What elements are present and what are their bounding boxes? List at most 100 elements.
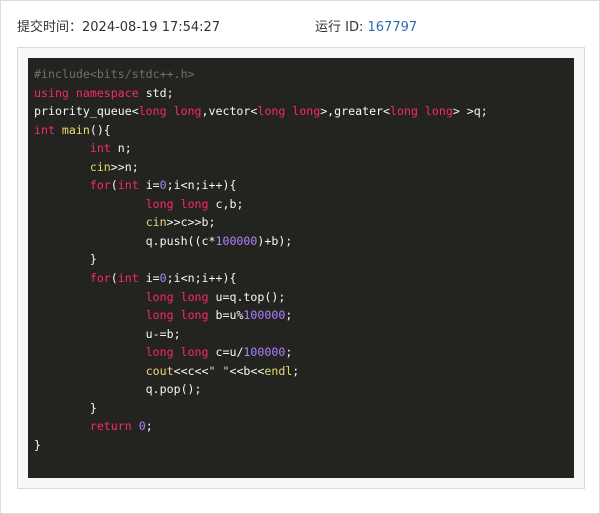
code-token: 100000 [243,308,286,323]
code-token: >,greater< [320,104,391,119]
code-token: ; [285,345,293,360]
code-line: u-=b; [34,325,568,344]
submission-header: 提交时间：2024-08-19 17:54:27 运行 ID: 167797 [17,18,583,38]
code-token: int [117,271,146,286]
code-line: #include<bits/stdc++.h> [34,65,568,84]
code-line: q.push((c*100000)+b); [34,232,568,251]
code-token: 0 [159,271,167,286]
code-token: long long [145,308,216,323]
code-token: ; [292,363,300,378]
code-line: long long u=q.top(); [34,288,568,307]
code-token: <<b<< [229,363,265,378]
code-token: } [34,400,97,415]
code-line: priority_queue<long long,vector<long lon… [34,102,568,121]
code-panel: #include<bits/stdc++.h> using namespace s… [17,47,585,489]
code-token: long long [390,104,453,119]
code-token: c,b; [215,196,244,211]
code-token: for [89,271,111,286]
code-token: i= [145,271,160,286]
code-token: q.pop(); [34,382,202,397]
code-token: " " [208,363,230,378]
code-token: } [34,252,97,267]
code-line: cin>>c>>b; [34,213,568,232]
code-line: } [34,399,568,418]
code-line: long long c=u/100000; [34,343,568,362]
code-token: int [89,141,118,156]
run-id-label: 运行 ID: [315,20,368,35]
run-id-link[interactable]: 167797 [368,20,418,35]
code-line: cout<<c<<" "<<b<<endl; [34,362,568,381]
code-line: } [34,250,568,269]
code-token: long long [145,289,216,304]
code-line: q.pop(); [34,380,568,399]
code-token: 100000 [243,345,286,360]
code-token: std; [145,85,174,100]
code-token: 0 [159,178,167,193]
code-token: >>c>>b; [166,215,216,230]
code-token: ;i<n;i++){ [166,271,237,286]
code-line: using namespace std; [34,84,568,103]
code-token: main [61,122,90,137]
code-token: i= [145,178,160,193]
code-line: cin>>n; [34,158,568,177]
code-line: for(int i=0;i<n;i++){ [34,269,568,288]
submit-time-value: 2024-08-19 17:54:27 [82,20,221,35]
code-token: cout [145,363,174,378]
code-token: ;i<n;i++){ [166,178,237,193]
code-token: )+b); [257,233,293,248]
code-token: n; [117,141,132,156]
code-token: ; [145,419,153,434]
code-line: int n; [34,139,568,158]
code-token: (){ [89,122,111,137]
code-token: long long [145,196,216,211]
code-line: return 0; [34,417,568,436]
run-id: 运行 ID: 167797 [315,18,417,38]
code-token: 0 [138,419,146,434]
code-line: long long b=u%100000; [34,306,568,325]
code-token: return [89,419,139,434]
code-token: cin [145,215,167,230]
source-code: #include<bits/stdc++.h> using namespace s… [28,58,574,461]
code-token: b=u% [215,308,244,323]
code-token: long long [145,345,216,360]
code-token: u=q.top(); [215,289,286,304]
submit-time-label: 提交时间： [17,20,83,35]
code-token: #include<bits/stdc++.h> [34,67,195,81]
code-token: long long [257,104,321,119]
code-token: ; [285,308,293,323]
code-token: > >q; [452,104,488,119]
code-token: cin [89,159,111,174]
code-token: } [34,437,41,452]
code-token: ( [110,271,118,286]
code-token: priority_queue< [34,104,139,119]
code-line: long long c,b; [34,195,568,214]
code-token: ( [110,178,118,193]
submit-time: 提交时间：2024-08-19 17:54:27 [17,18,220,38]
code-token: u-=b; [34,326,181,341]
code-token: <<c<< [173,363,209,378]
code-token: endl [264,363,293,378]
submission-frame: 提交时间：2024-08-19 17:54:27 运行 ID: 167797 #… [0,0,600,514]
code-line: for(int i=0;i<n;i++){ [34,176,568,195]
code-token: using namespace [34,85,146,100]
code-token: >>n; [110,159,139,174]
code-token: 100000 [215,233,258,248]
code-token: c=u/ [215,345,244,360]
code-block: #include<bits/stdc++.h> using namespace s… [28,58,574,478]
code-token: int [34,122,62,137]
code-token: long long [138,104,202,119]
code-token: ,vector< [201,104,258,119]
code-token: q.push((c* [34,233,216,248]
code-line: } [34,436,568,455]
